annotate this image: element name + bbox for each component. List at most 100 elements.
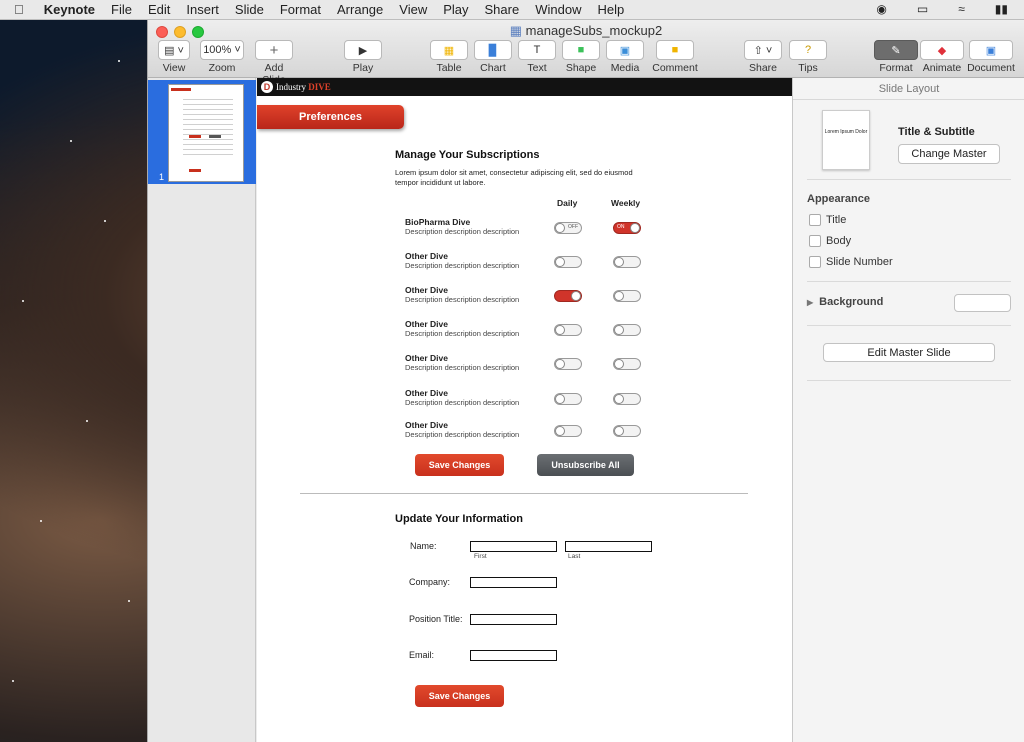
toggle-knob	[614, 291, 624, 301]
weekly-toggle[interactable]	[613, 393, 641, 405]
text-button[interactable]: T Text	[518, 40, 556, 74]
shape-button[interactable]: ■ Shape	[562, 40, 600, 74]
subscription-row: Other Dive Description description descri…	[405, 388, 519, 407]
daily-toggle[interactable]	[554, 290, 582, 302]
menu-play[interactable]: Play	[435, 2, 476, 17]
table-icon: ▦	[430, 40, 468, 60]
subscription-row: Other Dive Description description descri…	[405, 319, 519, 338]
view-label: View	[162, 62, 186, 74]
wifi-icon[interactable]: ≈	[950, 2, 973, 16]
daily-toggle[interactable]: OFF	[554, 222, 582, 234]
subscription-row: Other Dive Description description descri…	[405, 420, 519, 439]
brand-dive: DIVE	[308, 82, 331, 92]
toggle-knob	[555, 223, 565, 233]
checkbox-box	[809, 256, 821, 268]
weekly-toggle[interactable]	[613, 324, 641, 336]
name-label: Name:	[410, 541, 437, 551]
weekly-header: Weekly	[611, 198, 641, 208]
inspector-separator	[807, 380, 1011, 381]
dive-description: Description description description	[405, 398, 520, 407]
document-button[interactable]: ▣ Document	[966, 40, 1016, 74]
unsubscribe-all-button[interactable]: Unsubscribe All	[537, 454, 634, 476]
weekly-toggle[interactable]: ON	[613, 222, 641, 234]
preferences-button[interactable]: Preferences	[257, 105, 404, 129]
format-button[interactable]: ✎ Format	[874, 40, 918, 74]
media-button[interactable]: ▣ Media	[606, 40, 644, 74]
plus-icon: +	[255, 40, 293, 60]
section-divider	[300, 493, 748, 494]
toggle-knob	[614, 325, 624, 335]
creative-cloud-icon[interactable]: ◉	[868, 2, 894, 16]
save-changes-button[interactable]: Save Changes	[415, 454, 504, 476]
chart-button[interactable]: ▉ Chart	[474, 40, 512, 74]
shape-label: Shape	[565, 62, 597, 74]
slide-number-checkbox[interactable]: Slide Number	[809, 256, 893, 268]
weekly-toggle[interactable]	[613, 425, 641, 437]
inspector-separator	[807, 325, 1011, 326]
menu-insert[interactable]: Insert	[178, 2, 227, 17]
edit-master-slide-button[interactable]: Edit Master Slide	[823, 343, 995, 362]
company-field[interactable]	[470, 577, 557, 588]
apple-icon[interactable]: 	[0, 2, 36, 17]
battery-icon[interactable]: ▮▮	[987, 2, 1016, 16]
email-field[interactable]	[470, 650, 557, 661]
daily-toggle[interactable]	[554, 425, 582, 437]
industry-dive-logo: D	[261, 81, 273, 93]
slide-canvas[interactable]: D Industry DIVE Preferences Manage Your …	[257, 78, 792, 742]
zoom-value: 100%	[203, 44, 232, 56]
checkbox-box	[809, 214, 821, 226]
menu-slide[interactable]: Slide	[227, 2, 272, 17]
menu-app-name[interactable]: Keynote	[36, 2, 103, 17]
text-label: Text	[527, 62, 547, 74]
dive-description: Description description description	[405, 329, 520, 338]
slide-thumbnail-selected[interactable]: 1	[148, 80, 256, 184]
first-name-field[interactable]	[470, 541, 557, 552]
menu-share[interactable]: Share	[477, 2, 528, 17]
weekly-toggle[interactable]	[613, 290, 641, 302]
daily-toggle[interactable]	[554, 324, 582, 336]
document-inspector-icon: ▣	[969, 40, 1013, 60]
save-changes-button-info[interactable]: Save Changes	[415, 685, 504, 707]
toggle-knob	[555, 426, 565, 436]
position-title-field[interactable]	[470, 614, 557, 625]
share-icon: ⇧ ˅	[744, 40, 782, 60]
daily-toggle[interactable]	[554, 256, 582, 268]
last-name-field[interactable]	[565, 541, 652, 552]
subscription-row: BioPharma Dive Description description de…	[405, 217, 519, 236]
body-checkbox[interactable]: Body	[809, 235, 851, 247]
daily-toggle[interactable]	[554, 393, 582, 405]
comment-button[interactable]: ■ Comment	[652, 40, 698, 74]
share-button[interactable]: ⇧ ˅ Share	[744, 40, 782, 74]
brand-ribbon: D Industry DIVE	[257, 78, 792, 96]
slide-number-checkbox-label: Slide Number	[826, 256, 893, 268]
shape-icon: ■	[562, 40, 600, 60]
zoom-menu[interactable]: 100% ˅ Zoom	[200, 40, 244, 74]
weekly-toggle[interactable]	[613, 358, 641, 370]
menu-format[interactable]: Format	[272, 2, 329, 17]
menu-view[interactable]: View	[391, 2, 435, 17]
title-checkbox[interactable]: Title	[809, 214, 846, 226]
menu-file[interactable]: File	[103, 2, 140, 17]
slide-number: 1	[159, 172, 165, 182]
master-thumbnail[interactable]: Lorem Ipsum Dolor	[822, 110, 870, 170]
change-master-button[interactable]: Change Master	[898, 144, 1000, 164]
play-button[interactable]: ▶ Play	[344, 40, 382, 74]
toggle-knob	[614, 359, 624, 369]
daily-toggle[interactable]	[554, 358, 582, 370]
menu-arrange[interactable]: Arrange	[329, 2, 391, 17]
menu-edit[interactable]: Edit	[140, 2, 178, 17]
dive-name: Other Dive	[405, 319, 448, 329]
table-button[interactable]: ▦ Table	[430, 40, 468, 74]
background-color-well[interactable]	[954, 294, 1011, 312]
animate-button[interactable]: ◆ Animate	[920, 40, 964, 74]
tips-button[interactable]: ? Tips	[789, 40, 827, 74]
dive-name: Other Dive	[405, 251, 448, 261]
airplay-icon[interactable]: ▭	[909, 2, 936, 16]
play-icon: ▶	[344, 40, 382, 60]
weekly-toggle[interactable]	[613, 256, 641, 268]
menu-help[interactable]: Help	[589, 2, 632, 17]
view-button[interactable]: ▤ ˅ View	[158, 40, 190, 74]
menu-window[interactable]: Window	[527, 2, 589, 17]
background-disclosure[interactable]: ▶ Background	[807, 296, 883, 308]
daily-header: Daily	[557, 198, 578, 208]
